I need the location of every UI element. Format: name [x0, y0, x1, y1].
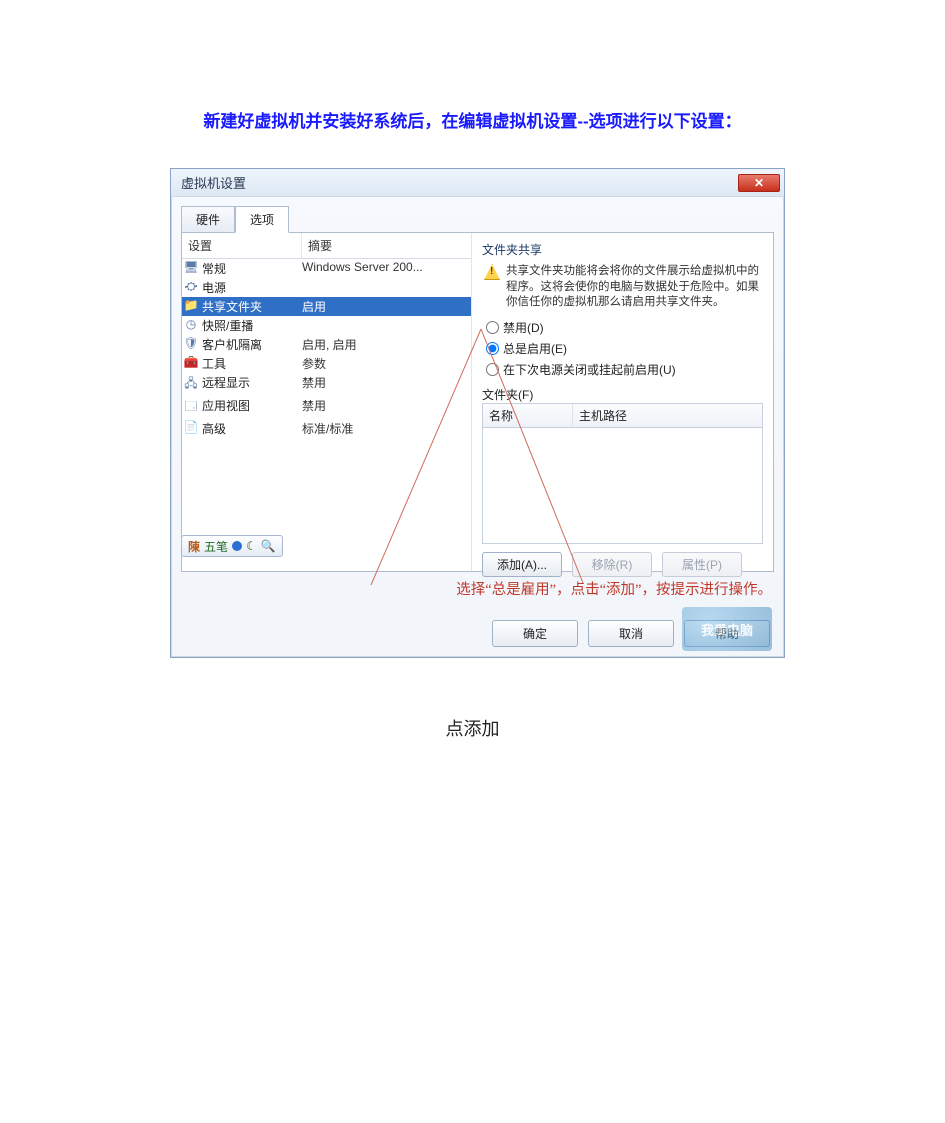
page-heading: 新建好虚拟机并安装好系统后，在编辑虚拟机设置--选项进行以下设置：: [0, 107, 945, 132]
row-icon: 🗔: [182, 397, 200, 418]
list-item[interactable]: 🧰工具参数: [182, 354, 471, 373]
row-name: 快照/重播: [200, 317, 302, 334]
folders-group: 文件夹(F) 名称 主机路径 添加(A)... 移除(R) 属性(P): [482, 386, 763, 577]
row-summary: [302, 279, 471, 296]
radio-always-label: 总是启用(E): [503, 340, 567, 357]
row-summary: Windows Server 200...: [302, 260, 471, 277]
row-icon: ◷: [182, 317, 200, 334]
row-icon: 🧰: [182, 355, 200, 372]
col-summary: 摘要: [302, 233, 471, 258]
tab-panel: 设置 摘要 🖥常规Windows Server 200...⛮电源📁共享文件夹启…: [181, 232, 774, 572]
row-icon: 🖥: [182, 260, 200, 277]
folders-list[interactable]: [482, 428, 763, 544]
folders-label: 文件夹(F): [482, 386, 763, 403]
row-summary: 启用, 启用: [302, 336, 471, 353]
caption-below: 点添加: [0, 715, 945, 741]
ime-dot-icon: [232, 541, 242, 551]
group-title-sharing: 文件夹共享: [482, 241, 763, 258]
warning-text: 共享文件夹功能将会将你的文件展示给虚拟机中的程序。这将会使你的电脑与数据处于危险…: [506, 264, 761, 311]
folders-col-name: 名称: [483, 404, 573, 427]
close-icon: ✕: [754, 176, 764, 190]
add-button[interactable]: 添加(A)...: [482, 552, 562, 577]
radio-always[interactable]: 总是启用(E): [486, 340, 763, 357]
titlebar: 虚拟机设置 ✕: [171, 169, 784, 197]
warning-box: 共享文件夹功能将会将你的文件展示给虚拟机中的程序。这将会使你的电脑与数据处于危险…: [482, 262, 763, 317]
properties-button: 属性(P): [662, 552, 742, 577]
row-name: 远程显示: [200, 374, 302, 395]
row-icon: 📄: [182, 420, 200, 437]
row-name: 电源: [200, 279, 302, 296]
help-button[interactable]: 帮助: [684, 620, 770, 647]
list-item[interactable]: ◷快照/重播: [182, 316, 471, 335]
cancel-button[interactable]: 取消: [588, 620, 674, 647]
tab-hardware[interactable]: 硬件: [181, 206, 235, 233]
list-item[interactable]: 🖥常规Windows Server 200...: [182, 259, 471, 278]
list-header: 设置 摘要: [182, 233, 471, 259]
row-summary: 启用: [302, 298, 471, 315]
ime-logo: 陳: [188, 538, 200, 555]
ime-toolbar[interactable]: 陳 五笔 ☾ 🔍: [181, 535, 283, 557]
row-name: 客户机隔离: [200, 336, 302, 353]
row-name: 共享文件夹: [200, 298, 302, 315]
folders-header: 名称 主机路径: [482, 403, 763, 428]
dialog-title: 虚拟机设置: [181, 173, 738, 192]
tab-options[interactable]: 选项: [235, 206, 289, 233]
row-icon: ⛮: [182, 279, 200, 296]
row-name: 工具: [200, 355, 302, 372]
radio-next-label: 在下次电源关闭或挂起前启用(U): [503, 361, 676, 378]
list-item[interactable]: 🗔应用视图禁用: [182, 396, 471, 419]
row-icon: 🖧: [182, 374, 200, 395]
radio-next[interactable]: 在下次电源关闭或挂起前启用(U): [486, 361, 763, 378]
list-item[interactable]: 🖧远程显示禁用: [182, 373, 471, 396]
row-summary: 参数: [302, 355, 471, 372]
ime-search-icon: 🔍: [261, 539, 276, 553]
radio-disable-input[interactable]: [486, 321, 499, 334]
list-item[interactable]: 🛡客户机隔离启用, 启用: [182, 335, 471, 354]
close-button[interactable]: ✕: [738, 174, 780, 192]
row-summary: 标准/标准: [302, 420, 471, 437]
list-body[interactable]: 🖥常规Windows Server 200...⛮电源📁共享文件夹启用◷快照/重…: [182, 259, 471, 571]
ime-mode: 五笔: [204, 538, 228, 555]
row-name: 高级: [200, 420, 302, 437]
row-summary: 禁用: [302, 397, 471, 418]
remove-button: 移除(R): [572, 552, 652, 577]
detail-pane: 文件夹共享 共享文件夹功能将会将你的文件展示给虚拟机中的程序。这将会使你的电脑与…: [472, 233, 773, 571]
ime-moon-icon: ☾: [246, 539, 257, 553]
radio-always-input[interactable]: [486, 342, 499, 355]
radio-disable[interactable]: 禁用(D): [486, 319, 763, 336]
folders-col-path: 主机路径: [573, 404, 762, 427]
row-icon: 📁: [182, 298, 200, 315]
row-summary: 禁用: [302, 374, 471, 395]
list-item[interactable]: 📁共享文件夹启用: [182, 297, 471, 316]
row-name: 常规: [200, 260, 302, 277]
row-icon: 🛡: [182, 336, 200, 353]
tab-bar: 硬件 选项: [181, 205, 784, 232]
settings-list: 设置 摘要 🖥常规Windows Server 200...⛮电源📁共享文件夹启…: [182, 233, 472, 571]
warning-icon: [484, 264, 500, 280]
folders-buttons: 添加(A)... 移除(R) 属性(P): [482, 552, 763, 577]
radio-disable-label: 禁用(D): [503, 319, 544, 336]
ok-button[interactable]: 确定: [492, 620, 578, 647]
red-annotation: 选择“总是雇用”，点击“添加”，按提示进行操作。: [456, 578, 772, 599]
row-name: 应用视图: [200, 397, 302, 418]
radio-next-input[interactable]: [486, 363, 499, 376]
vm-settings-dialog: 虚拟机设置 ✕ 硬件 选项 设置 摘要 🖥常规Windows Server 20…: [170, 168, 785, 658]
col-setting: 设置: [182, 233, 302, 258]
list-item[interactable]: 📄高级标准/标准: [182, 419, 471, 438]
list-item[interactable]: ⛮电源: [182, 278, 471, 297]
row-summary: [302, 317, 471, 334]
dialog-footer: 确定 取消 帮助: [492, 620, 770, 647]
